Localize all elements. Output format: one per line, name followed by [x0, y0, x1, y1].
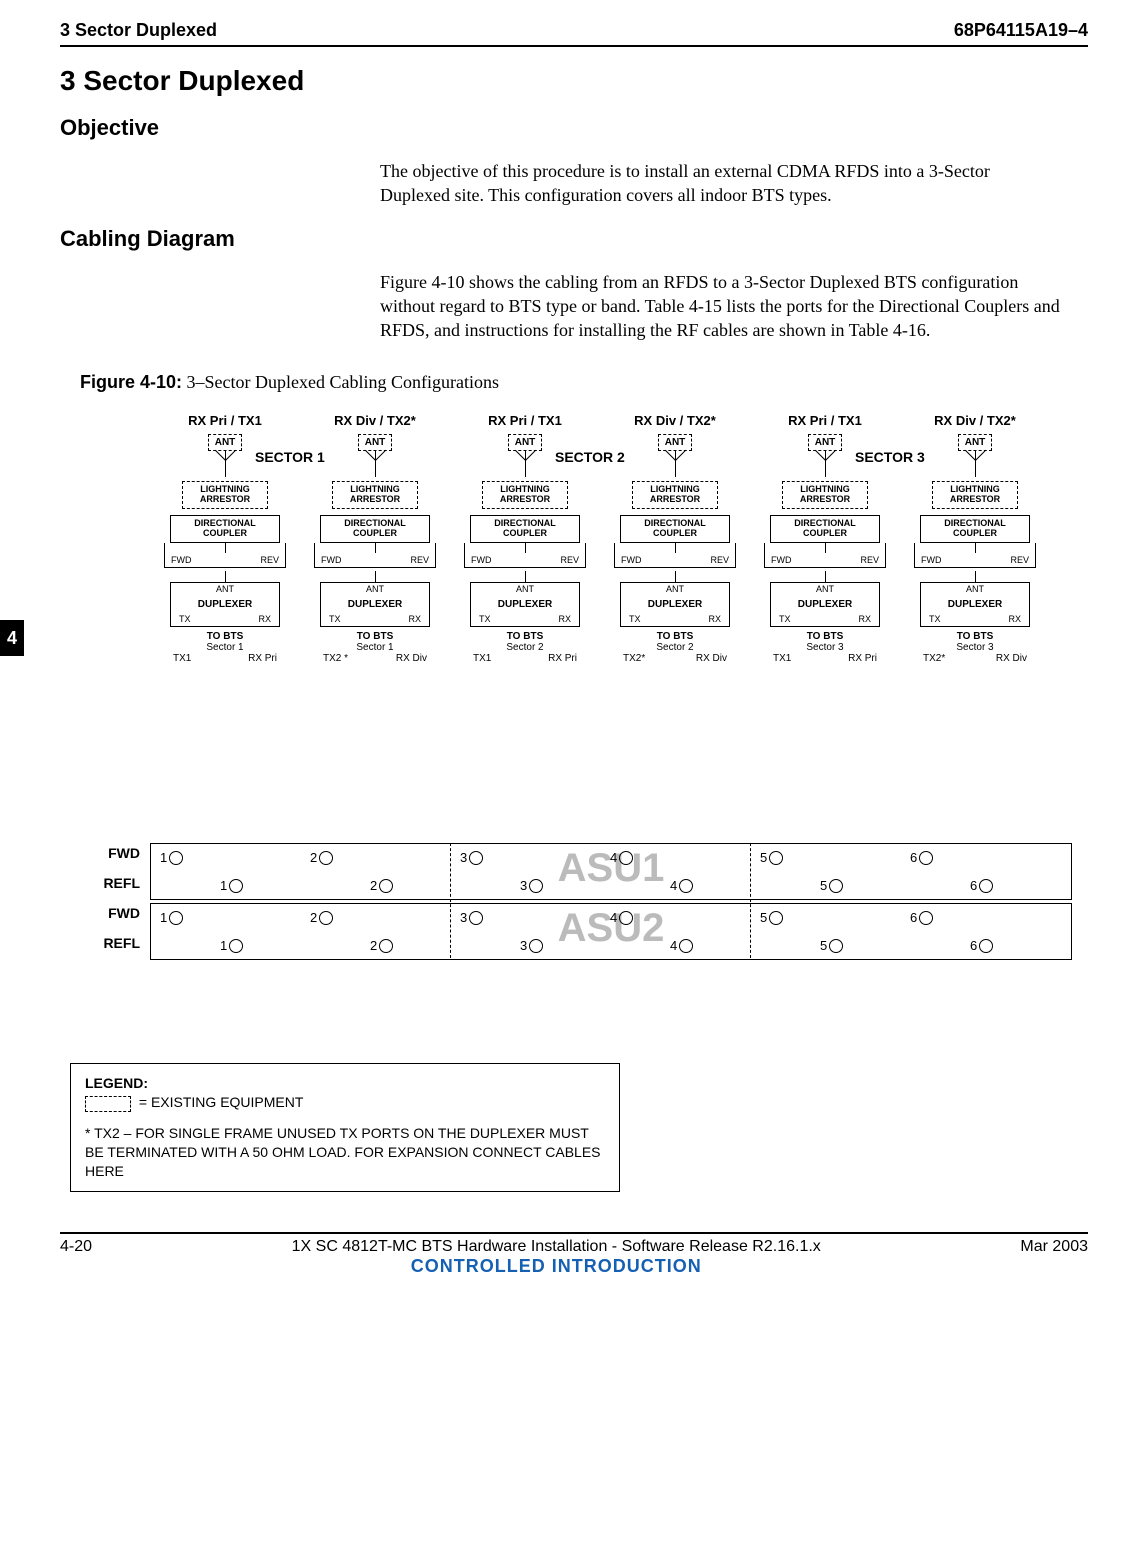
antenna-icon — [966, 451, 984, 477]
directional-coupler: DIRECTIONALCOUPLER — [770, 515, 880, 543]
antenna-column-5: RX Pri / TX1ANTLIGHTNINGARRESTORDIRECTIO… — [760, 413, 890, 664]
asu1-refl-label: REFL — [80, 875, 140, 891]
asu1-fwd-label: FWD — [80, 845, 140, 861]
coupler-ports: FWDREV — [164, 543, 286, 568]
lightning-arrestor: LIGHTNINGARRESTOR — [632, 481, 718, 509]
coupler-ports: FWDREV — [464, 543, 586, 568]
duplexer: ANTDUPLEXERTXRX — [320, 582, 430, 627]
directional-coupler: DIRECTIONALCOUPLER — [320, 515, 430, 543]
lightning-arrestor: LIGHTNINGARRESTOR — [932, 481, 1018, 509]
to-bts: TO BTSSector 3TX1RX Pri — [771, 631, 879, 664]
figure-label: Figure 4-10: — [80, 372, 182, 392]
legend-note: * TX2 – FOR SINGLE FRAME UNUSED TX PORTS… — [85, 1125, 601, 1179]
header-left: 3 Sector Duplexed — [60, 20, 217, 41]
legend-existing: = EXISTING EQUIPMENT — [139, 1094, 304, 1110]
legend-dashed-icon — [85, 1096, 131, 1112]
legend-title: LEGEND: — [85, 1075, 148, 1091]
antenna-icon — [366, 451, 384, 477]
header-right: 68P64115A19–4 — [954, 20, 1088, 41]
to-bts: TO BTSSector 1TX2 *RX Div — [321, 631, 429, 664]
directional-coupler: DIRECTIONALCOUPLER — [170, 515, 280, 543]
lightning-arrestor: LIGHTNINGARRESTOR — [332, 481, 418, 509]
antenna-icon — [816, 451, 834, 477]
lightning-arrestor: LIGHTNINGARRESTOR — [782, 481, 868, 509]
antenna-icon — [216, 451, 234, 477]
coupler-ports: FWDREV — [614, 543, 736, 568]
page-title: 3 Sector Duplexed — [60, 65, 1088, 97]
cabling-heading: Cabling Diagram — [60, 226, 1088, 252]
duplexer: ANTDUPLEXERTXRX — [770, 582, 880, 627]
antenna-column-6: RX Div / TX2*ANTLIGHTNINGARRESTORDIRECTI… — [910, 413, 1040, 664]
lightning-arrestor: LIGHTNINGARRESTOR — [482, 481, 568, 509]
col-top-label: RX Pri / TX1 — [760, 413, 890, 428]
figure-caption-text: 3–Sector Duplexed Cabling Configurations — [187, 372, 499, 392]
directional-coupler: DIRECTIONALCOUPLER — [920, 515, 1030, 543]
to-bts: TO BTSSector 2TX1RX Pri — [471, 631, 579, 664]
coupler-ports: FWDREV — [314, 543, 436, 568]
to-bts: TO BTSSector 2TX2*RX Div — [621, 631, 729, 664]
to-bts: TO BTSSector 1TX1RX Pri — [171, 631, 279, 664]
objective-text: The objective of this procedure is to in… — [380, 159, 1060, 208]
lightning-arrestor: LIGHTNINGARRESTOR — [182, 481, 268, 509]
footer-date: Mar 2003 — [1020, 1238, 1088, 1256]
duplexer: ANTDUPLEXERTXRX — [170, 582, 280, 627]
chapter-tab: 4 — [0, 620, 24, 656]
asu2-fwd-label: FWD — [80, 905, 140, 921]
duplexer: ANTDUPLEXERTXRX — [920, 582, 1030, 627]
col-top-label: RX Div / TX2* — [610, 413, 740, 428]
footer-controlled: CONTROLLED INTRODUCTION — [292, 1256, 821, 1277]
col-top-label: RX Pri / TX1 — [160, 413, 290, 428]
figure-caption: Figure 4-10: 3–Sector Duplexed Cabling C… — [80, 372, 1088, 393]
coupler-ports: FWDREV — [764, 543, 886, 568]
sector-divider-2 — [750, 843, 751, 958]
footer-title: 1X SC 4812T-MC BTS Hardware Installation… — [292, 1238, 821, 1256]
duplexer: ANTDUPLEXERTXRX — [470, 582, 580, 627]
directional-coupler: DIRECTIONALCOUPLER — [470, 515, 580, 543]
asu2-refl-label: REFL — [80, 935, 140, 951]
to-bts: TO BTSSector 3TX2*RX Div — [921, 631, 1029, 664]
legend-box: LEGEND: = EXISTING EQUIPMENT * TX2 – FOR… — [70, 1063, 620, 1191]
directional-coupler: DIRECTIONALCOUPLER — [620, 515, 730, 543]
antenna-column-3: RX Pri / TX1ANTLIGHTNINGARRESTORDIRECTIO… — [460, 413, 590, 664]
col-top-label: RX Div / TX2* — [310, 413, 440, 428]
coupler-ports: FWDREV — [914, 543, 1036, 568]
col-top-label: RX Pri / TX1 — [460, 413, 590, 428]
antenna-column-4: RX Div / TX2*ANTLIGHTNINGARRESTORDIRECTI… — [610, 413, 740, 664]
col-top-label: RX Div / TX2* — [910, 413, 1040, 428]
antenna-icon — [516, 451, 534, 477]
cabling-text: Figure 4-10 shows the cabling from an RF… — [380, 270, 1060, 343]
antenna-column-2: RX Div / TX2*ANTLIGHTNINGARRESTORDIRECTI… — [310, 413, 440, 664]
duplexer: ANTDUPLEXERTXRX — [620, 582, 730, 627]
sector-divider-1 — [450, 843, 451, 958]
objective-heading: Objective — [60, 115, 1088, 141]
antenna-column-1: RX Pri / TX1ANTLIGHTNINGARRESTORDIRECTIO… — [160, 413, 290, 664]
footer-page: 4-20 — [60, 1238, 92, 1256]
cabling-diagram: SECTOR 1 SECTOR 2 SECTOR 3 RX Pri / TX1A… — [80, 413, 1100, 1033]
antenna-icon — [666, 451, 684, 477]
